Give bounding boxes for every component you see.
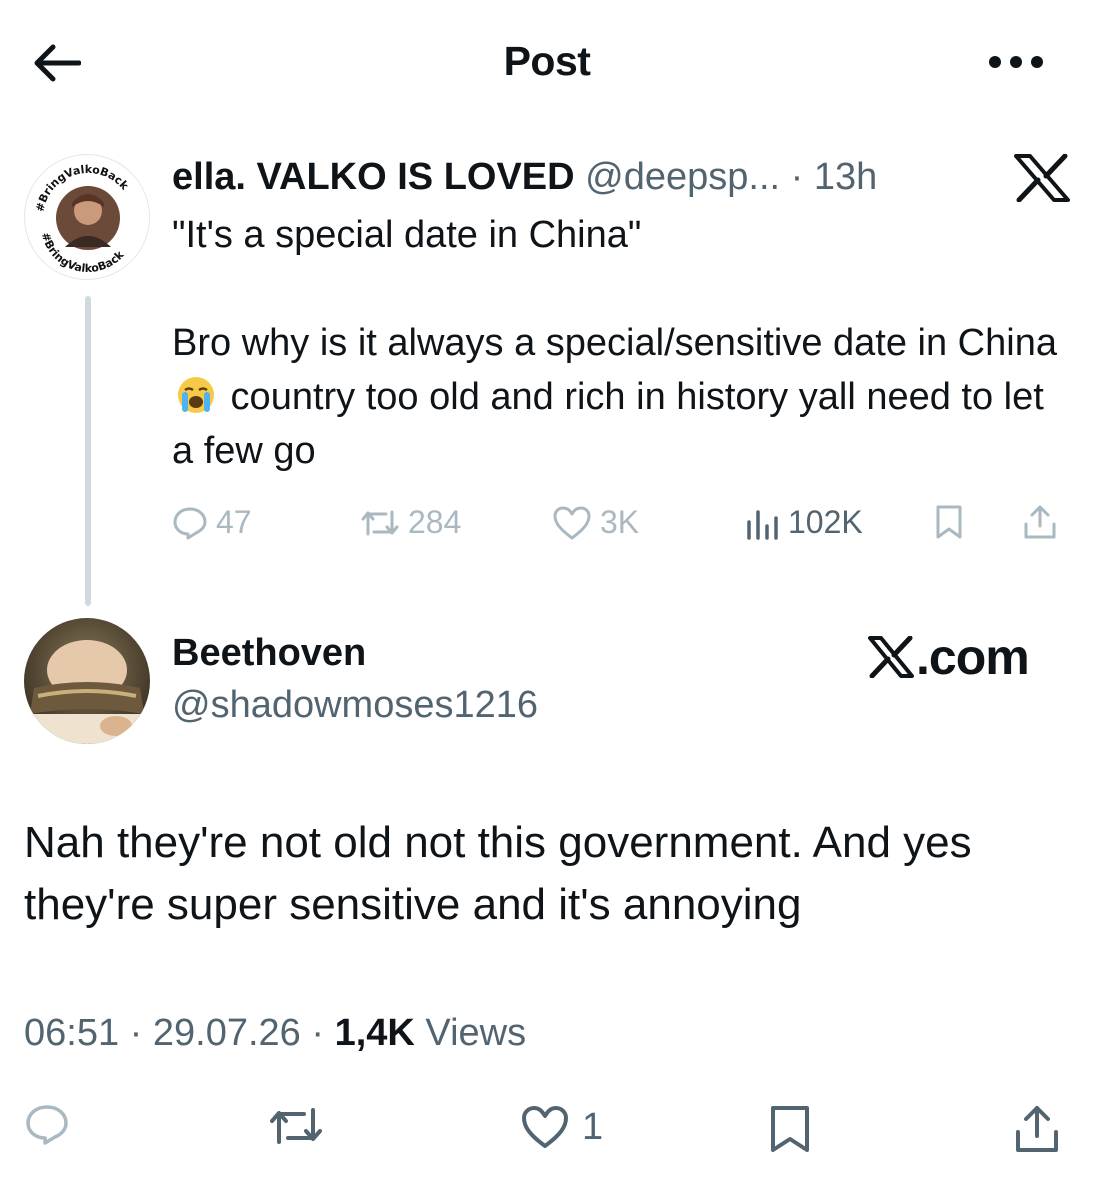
share-action[interactable]	[1022, 504, 1058, 540]
post-date: 29.07.26	[152, 1012, 301, 1054]
reply-action[interactable]: 47	[172, 504, 252, 541]
loudly-crying-face-icon	[176, 375, 216, 415]
like-action[interactable]: 3K	[552, 504, 639, 541]
post-meta: 06:51 · 29.07.26 · 1,4K Views	[24, 1012, 527, 1054]
reply-author-name[interactable]: Beethoven	[172, 632, 366, 675]
views-label: Views	[425, 1012, 527, 1054]
view-count: 102K	[788, 504, 863, 540]
quoted-post-line-1: "It's a special date in China"	[172, 214, 642, 256]
bookmark-icon	[936, 505, 962, 539]
views-action[interactable]: 102K	[744, 504, 863, 541]
views-bar-chart-icon	[747, 509, 778, 540]
share-icon	[1016, 1106, 1058, 1152]
repost-icon	[270, 1108, 322, 1144]
quoted-post-paragraph-2: Bro why is it always a special/sensitive…	[172, 316, 1072, 478]
bookmark-action[interactable]	[934, 504, 964, 540]
like-count: 3K	[600, 504, 640, 540]
like-count: 1	[582, 1105, 604, 1148]
reply-button[interactable]	[24, 1104, 70, 1146]
quoted-post-text-b: country too old and rich in history yall…	[172, 376, 1055, 472]
heart-icon	[553, 506, 591, 539]
repost-icon	[361, 510, 399, 535]
reply-post-text: Nah they're not old not this government.…	[24, 818, 972, 929]
post-action-bar: 1	[0, 1096, 1094, 1176]
quoted-post-text-a: Bro why is it always a special/sensitive…	[172, 322, 1068, 364]
quoted-post-actions: 47 284 3K 102K	[172, 496, 1072, 552]
page-title: Post	[503, 38, 591, 84]
share-icon	[1024, 505, 1056, 539]
quoted-author-name[interactable]: ella. VALKO IS LOVED	[172, 156, 575, 198]
quoted-post-text: "It's a special date in China" Bro why i…	[172, 208, 1072, 478]
reply-author-avatar[interactable]	[24, 618, 150, 744]
top-nav-bar: Post	[0, 0, 1094, 120]
x-logo-icon	[1014, 153, 1070, 203]
quoted-post-header: ella. VALKO IS LOVED @deepsp... · 13h	[172, 152, 877, 202]
more-dots-icon	[989, 56, 1043, 68]
heart-icon	[522, 1106, 568, 1148]
avatar-badge-image: #BringValkoBack #BringValkoBack	[26, 156, 149, 279]
reply-bubble-icon	[173, 507, 207, 539]
quoted-author-handle[interactable]: @deepsp...	[585, 156, 780, 198]
more-options-button[interactable]	[986, 44, 1046, 80]
x-logo-icon	[868, 636, 914, 678]
quoted-post-time[interactable]: 13h	[814, 156, 877, 198]
like-button[interactable]: 1	[520, 1104, 603, 1150]
x-com-watermark: .com	[868, 628, 1030, 686]
repost-button[interactable]	[268, 1104, 324, 1148]
post-time: 06:51	[24, 1012, 120, 1054]
share-button[interactable]	[1012, 1104, 1062, 1154]
bookmark-button[interactable]	[768, 1104, 812, 1154]
paragraph-spacer	[172, 262, 1072, 316]
reply-author-handle[interactable]: @shadowmoses1216	[172, 684, 538, 727]
quoted-author-avatar[interactable]: #BringValkoBack #BringValkoBack	[24, 154, 150, 280]
views-count: 1,4K	[334, 1012, 415, 1054]
thread-connector-line	[85, 296, 91, 606]
watermark-text: .com	[916, 629, 1030, 685]
repost-action[interactable]: 284	[360, 504, 461, 541]
separator-dot: ·	[790, 156, 804, 198]
bookmark-icon	[771, 1106, 809, 1152]
reply-bubble-icon	[26, 1105, 68, 1145]
reply-count: 47	[216, 504, 252, 540]
repost-count: 284	[408, 504, 462, 540]
